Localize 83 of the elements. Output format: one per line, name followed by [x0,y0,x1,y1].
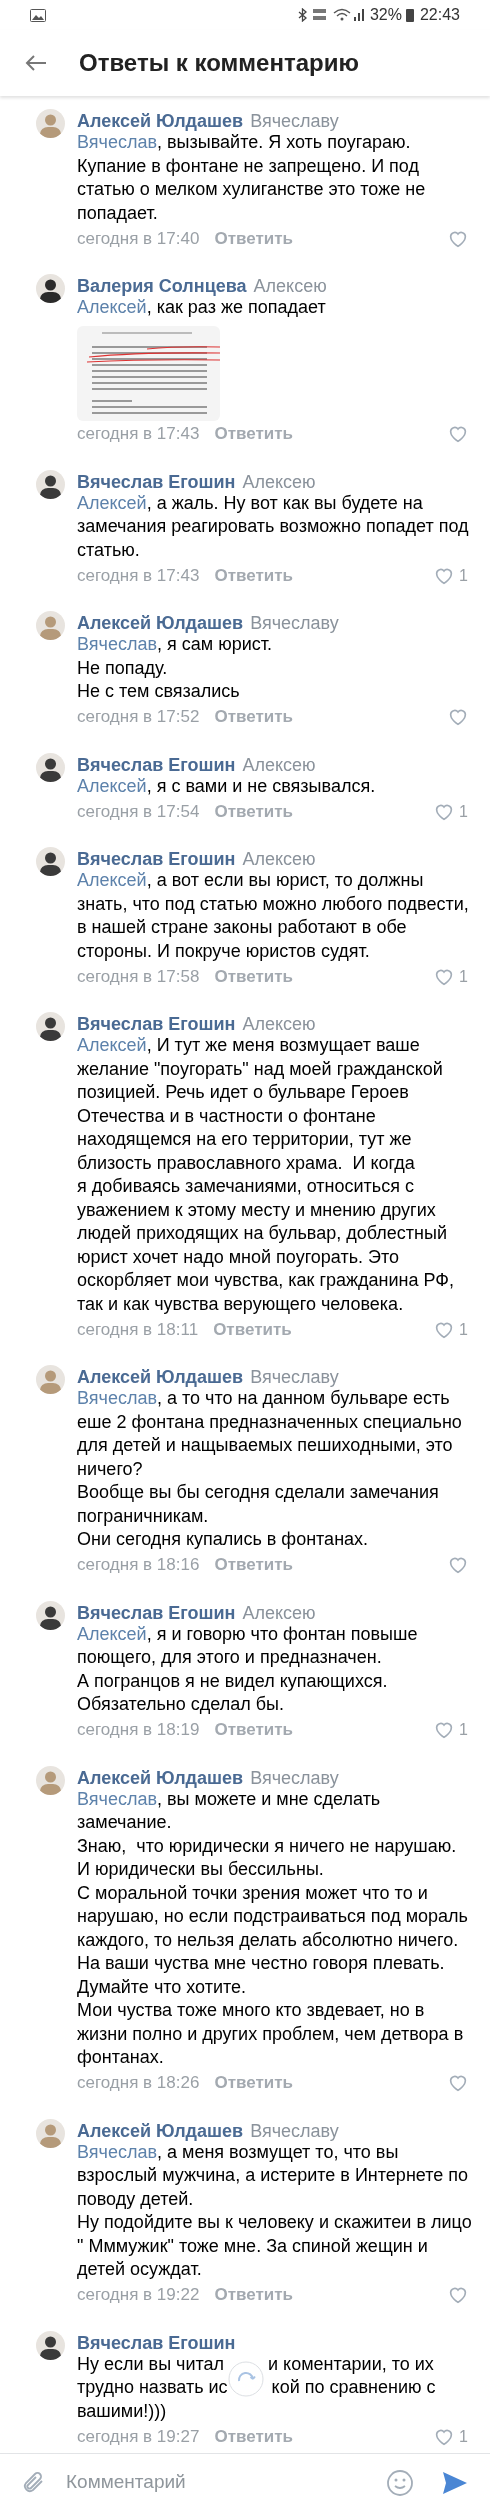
mention-link[interactable]: Алексей [77,870,147,890]
comment-time: сегодня в 18:16 [77,1554,200,1577]
loading-spinner-icon [228,2360,265,2397]
avatar[interactable] [36,752,65,782]
bluetooth-icon [297,8,307,22]
reply-link[interactable]: Ответить [214,1717,293,1743]
heart-icon[interactable] [448,708,468,726]
heart-icon[interactable] [448,1556,468,1574]
back-arrow-icon[interactable] [25,54,47,72]
avatar[interactable] [36,469,65,499]
reply-link[interactable]: Ответить [214,2070,293,2096]
like-count: 1 [459,1720,468,1740]
comment-time: сегодня в 19:27 [77,2425,200,2448]
heart-icon[interactable] [448,2074,468,2092]
comment-text: кой по сравнению с [271,2376,436,2399]
comment-time: сегодня в 17:52 [77,706,200,729]
comment-time: сегодня в 18:26 [77,2072,200,2095]
heart-icon[interactable] [448,2286,468,2304]
image-icon [30,8,46,22]
comment-text: трудно назвать ис [77,2376,228,2399]
reply-link[interactable]: Ответить [214,963,293,990]
recipient-name: Алексею [242,1601,316,1625]
battery-percent: 32% [369,5,402,25]
reply-link[interactable]: Ответить [214,2282,293,2308]
reply-link[interactable]: Ответить [214,225,293,252]
avatar[interactable] [36,274,65,303]
comment-time: сегодня в 17:43 [77,423,200,446]
send-icon[interactable] [442,2470,468,2495]
heart-icon[interactable] [434,802,455,821]
recipient-name: Вячеславу [250,612,339,635]
comment-text: и коментарии, то их [268,2352,434,2376]
like-count: 1 [459,565,468,586]
comment-time: сегодня в 17:58 [77,965,200,988]
comment-text: вашими!))) [77,2399,167,2423]
smiley-icon[interactable] [386,2468,414,2497]
clock: 22:43 [419,5,460,25]
avatar[interactable] [36,2330,65,2360]
comment-time: сегодня в 18:11 [77,1318,199,1341]
comment-time: сегодня в 17:43 [77,564,200,587]
heart-icon[interactable] [434,967,455,986]
reply-link[interactable]: Ответить [214,1552,293,1578]
comment-time: сегодня в 17:40 [77,227,200,250]
recipient-name: Вячеславу [250,1766,339,1790]
reply-link[interactable]: Ответить [214,704,293,730]
like-count: 1 [459,1319,468,1340]
mention-link[interactable]: Алексей [77,1035,147,1055]
recipient-name: Алексею [242,470,316,494]
reply-link[interactable]: Ответить [214,421,293,447]
reply-link[interactable]: Ответить [214,2423,293,2450]
heart-icon[interactable] [434,2427,455,2446]
recipient-name: Вячеславу [250,110,339,133]
heart-icon[interactable] [434,566,455,585]
recipient-name: Алексею [242,848,316,871]
signal-icon [352,8,365,22]
heart-icon[interactable] [434,1721,455,1739]
recipient-name: Вячеславу [250,2119,339,2143]
heart-icon[interactable] [448,425,468,443]
recipient-name: Алексею [242,1013,316,1036]
like-count: 1 [459,966,468,987]
page-title: Ответы к комментарию [79,48,359,78]
comment-input[interactable]: Комментарий [66,2468,386,2497]
mention-link[interactable]: Вячеслав [77,1388,157,1408]
avatar[interactable] [36,1600,65,1630]
reply-link[interactable]: Ответить [214,562,293,589]
like-count: 1 [459,801,468,822]
reply-link[interactable]: Ответить [214,798,293,825]
avatar[interactable] [36,847,65,876]
comment-time: сегодня в 18:19 [77,1719,200,1742]
comment-time: сегодня в 17:54 [77,800,200,823]
battery-icon [405,8,414,22]
heart-icon[interactable] [434,1320,455,1339]
recipient-name: Алексею [253,275,327,298]
wifi-icon [332,8,351,22]
reply-link[interactable]: Ответить [213,1316,292,1343]
heart-icon[interactable] [448,229,468,248]
avatar[interactable] [36,1012,65,1041]
mention-link[interactable]: Алексей [77,297,147,317]
mention-link[interactable]: Вячеслав [77,634,157,654]
recipient-name: Вячеславу [250,1366,339,1389]
like-count: 1 [459,2426,468,2447]
mention-link[interactable]: Вячеслав [77,132,157,152]
recipient-name: Алексею [242,753,316,777]
comment-time: сегодня в 19:22 [77,2284,200,2307]
